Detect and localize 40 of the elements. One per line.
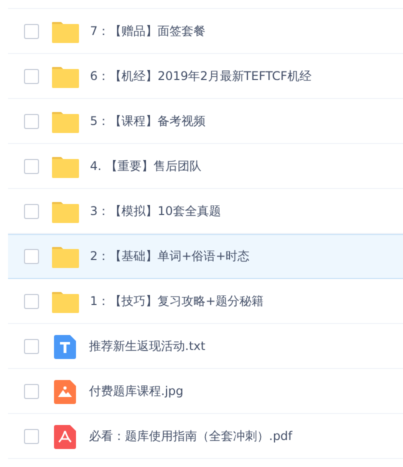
checkbox[interactable] [24,159,39,174]
folder-icon [52,156,79,178]
file-row[interactable]: 6：【机经】2019年2月最新TEFTCF机经 [8,54,403,99]
file-name: 7：【赠品】面签套餐 [90,23,206,40]
file-name: 必看：题库使用指南（全套冲刺）.pdf [89,428,292,445]
file-name: 3：【模拟】10套全真题 [90,203,221,220]
file-row[interactable]: 付费题库课程.jpg [8,369,403,414]
checkbox[interactable] [24,384,39,399]
file-row[interactable]: 推荐新生返现活动.txt [8,324,403,369]
checkbox[interactable] [24,294,39,309]
folder-icon [52,246,79,268]
checkbox[interactable] [24,24,39,39]
folder-icon [52,200,79,222]
checkbox[interactable] [24,69,39,84]
file-name: 6：【机经】2019年2月最新TEFTCF机经 [90,68,312,85]
folder-icon [52,290,79,312]
folder-icon [52,110,79,132]
folder-icon [52,66,79,88]
checkbox[interactable] [24,249,39,264]
image-file-icon [54,380,76,404]
file-name: 1：【技巧】复习攻略+题分秘籍 [90,293,264,310]
checkbox[interactable] [24,339,39,354]
checkbox[interactable] [24,204,39,219]
file-row[interactable]: 7：【赠品】面签套餐 [8,9,403,54]
checkbox[interactable] [24,429,39,444]
file-name: 5：【课程】备考视频 [90,113,206,130]
file-name: 4. 【重要】售后团队 [90,158,202,175]
file-row[interactable]: 4. 【重要】售后团队 [8,144,403,189]
text-file-icon [54,334,76,358]
pdf-file-icon [54,424,76,448]
checkbox[interactable] [24,114,39,129]
file-name: 付费题库课程.jpg [89,383,184,400]
folder-icon [52,20,79,42]
file-row[interactable]: 5：【课程】备考视频 [8,99,403,144]
file-row[interactable]: 2：【基础】单词+俗语+时态 [8,234,403,279]
file-row[interactable]: 必看：题库使用指南（全套冲刺）.pdf [8,414,403,459]
file-name: 2：【基础】单词+俗语+时态 [90,248,250,265]
file-name: 推荐新生返现活动.txt [89,338,206,355]
file-row[interactable]: 1：【技巧】复习攻略+题分秘籍 [8,279,403,324]
file-row[interactable]: 3：【模拟】10套全真题 [8,189,403,234]
